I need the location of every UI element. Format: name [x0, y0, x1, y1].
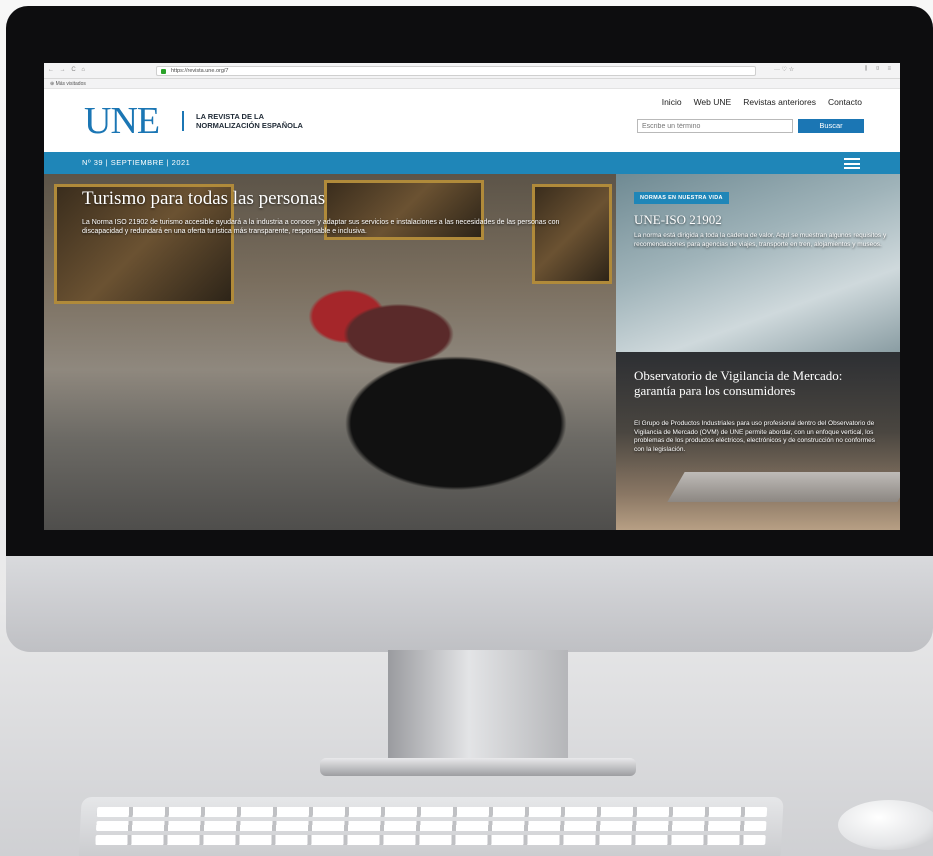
bookmark-most-visited[interactable]: ⊕ Más visitados [50, 81, 86, 87]
nav-web-une[interactable]: Web UNE [694, 97, 732, 107]
bookmarks-bar: ⊕ Más visitados [44, 79, 900, 89]
monitor-chin [6, 556, 933, 652]
side-top-text: La norma está dirigida a toda la cadena … [634, 232, 887, 248]
page-actions-icons[interactable]: ··· ♡ ☆ [774, 66, 794, 73]
search-button[interactable]: Buscar [798, 119, 864, 133]
tagline-line1: LA REVISTA DE LA [196, 112, 265, 121]
lock-icon [161, 69, 166, 74]
keyboard [78, 797, 784, 856]
category-badge: NORMAS EN NUESTRA VIDA [634, 192, 729, 204]
search-input[interactable] [637, 119, 793, 133]
side-top-title[interactable]: UNE-ISO 21902 [634, 212, 722, 228]
issue-bar: Nº 39 | SEPTIEMBRE | 2021 [44, 152, 900, 174]
site-header: UNE LA REVISTA DE LA NORMALIZACIÓN ESPAÑ… [44, 89, 900, 152]
browser-nav-icons[interactable]: ← → C ⌂ [48, 67, 87, 73]
monitor-stand-base [320, 758, 636, 776]
side-bottom-title[interactable]: Observatorio de Vigilancia de Mercado: g… [634, 368, 884, 398]
tagline-line2: NORMALIZACIÓN ESPAÑOLA [196, 121, 303, 130]
nav-inicio[interactable]: Inicio [662, 97, 682, 107]
mouse [838, 800, 933, 850]
nav-revistas-anteriores[interactable]: Revistas anteriores [743, 97, 816, 107]
une-logo[interactable]: UNE [84, 102, 160, 140]
hero-article[interactable]: Turismo para todas las personas La Norma… [44, 174, 616, 530]
monitor-stand [388, 650, 568, 762]
hero-text: La Norma ISO 21902 de turismo accesible … [82, 219, 560, 235]
laptop-image [667, 472, 900, 502]
url-text: https://revista.une.org/7 [171, 68, 229, 74]
hamburger-icon[interactable] [844, 158, 860, 169]
side-article-top[interactable]: NORMAS EN NUESTRA VIDA UNE-ISO 21902 La … [616, 174, 900, 352]
toolbar-right-icons[interactable]: ⫼ ▯ ≡ [865, 66, 894, 73]
hero-title[interactable]: Turismo para todas las personas [82, 188, 325, 210]
top-nav: Inicio Web UNE Revistas anteriores Conta… [662, 97, 862, 107]
side-bottom-text: El Grupo de Productos Industriales para … [634, 420, 875, 453]
issue-label: Nº 39 | SEPTIEMBRE | 2021 [82, 158, 191, 167]
nav-contacto[interactable]: Contacto [828, 97, 862, 107]
address-bar[interactable]: https://revista.une.org/7 [156, 66, 756, 76]
screen: ← → C ⌂ https://revista.une.org/7 ··· ♡ … [44, 63, 900, 530]
logo-separator [182, 111, 184, 131]
side-article-bottom[interactable]: Observatorio de Vigilancia de Mercado: g… [616, 352, 900, 530]
browser-toolbar: ← → C ⌂ https://revista.une.org/7 ··· ♡ … [44, 63, 900, 79]
tagline: LA REVISTA DE LA NORMALIZACIÓN ESPAÑOLA [196, 112, 303, 130]
